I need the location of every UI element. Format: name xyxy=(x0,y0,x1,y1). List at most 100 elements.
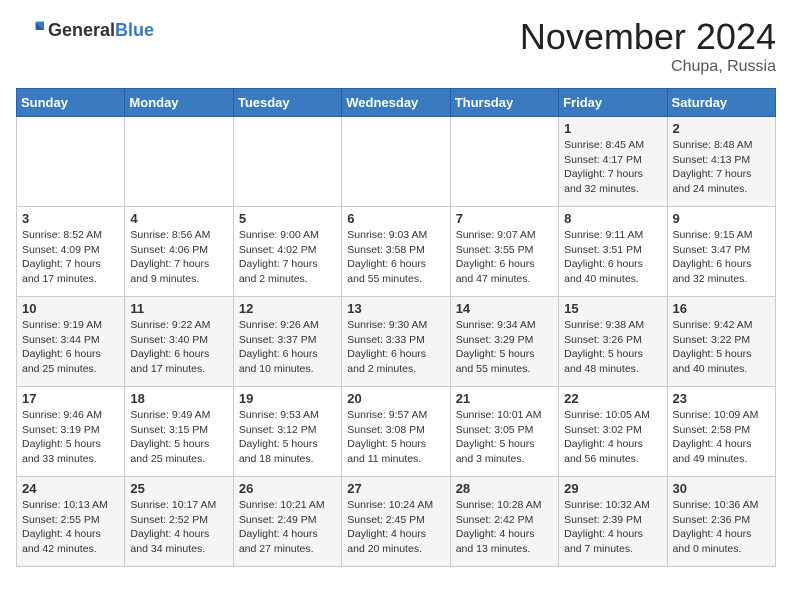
day-number: 27 xyxy=(347,481,444,496)
day-number: 3 xyxy=(22,211,119,226)
calendar-cell: 3 Sunrise: 8:52 AMSunset: 4:09 PMDaylight… xyxy=(17,207,125,297)
day-number: 29 xyxy=(564,481,661,496)
day-info: Sunrise: 9:15 AMSunset: 3:47 PMDaylight:… xyxy=(673,228,770,287)
calendar-table: SundayMondayTuesdayWednesdayThursdayFrid… xyxy=(16,88,776,567)
calendar-cell: 25 Sunrise: 10:17 AMSunset: 2:52 PMDaylig… xyxy=(125,477,233,567)
day-info: Sunrise: 10:32 AMSunset: 2:39 PMDaylight… xyxy=(564,498,661,557)
day-number: 4 xyxy=(130,211,227,226)
day-number: 15 xyxy=(564,301,661,316)
calendar-cell: 30 Sunrise: 10:36 AMSunset: 2:36 PMDaylig… xyxy=(667,477,775,567)
dow-header-sunday: Sunday xyxy=(17,89,125,117)
calendar-cell: 8Sunrise: 9:11 AMSunset: 3:51 PMDaylight… xyxy=(559,207,667,297)
day-info: Sunrise: 9:49 AMSunset: 3:15 PMDaylight:… xyxy=(130,408,227,467)
title-block: November 2024 Chupa, Russia xyxy=(520,16,776,76)
day-number: 21 xyxy=(456,391,553,406)
day-info: Sunrise: 10:01 AMSunset: 3:05 PMDaylight… xyxy=(456,408,553,467)
day-number: 26 xyxy=(239,481,336,496)
calendar-cell: 1 Sunrise: 8:45 AMSunset: 4:17 PMDaylight… xyxy=(559,117,667,207)
dow-header-wednesday: Wednesday xyxy=(342,89,450,117)
day-info: Sunrise: 9:53 AMSunset: 3:12 PMDaylight:… xyxy=(239,408,336,467)
logo-icon xyxy=(16,16,44,44)
calendar-cell: 24Sunrise: 10:13 AMSunset: 2:55 PMDaylig… xyxy=(17,477,125,567)
day-info: Sunrise: 10:17 AMSunset: 2:52 PMDaylight… xyxy=(130,498,227,557)
calendar-cell: 9 Sunrise: 9:15 AMSunset: 3:47 PMDaylight… xyxy=(667,207,775,297)
day-number: 12 xyxy=(239,301,336,316)
calendar-cell xyxy=(17,117,125,207)
day-info: Sunrise: 10:28 AMSunset: 2:42 PMDaylight… xyxy=(456,498,553,557)
calendar-cell: 27 Sunrise: 10:24 AMSunset: 2:45 PMDaylig… xyxy=(342,477,450,567)
day-info: Sunrise: 9:00 AMSunset: 4:02 PMDaylight:… xyxy=(239,228,336,287)
day-number: 13 xyxy=(347,301,444,316)
day-number: 25 xyxy=(130,481,227,496)
calendar-cell: 15Sunrise: 9:38 AMSunset: 3:26 PMDayligh… xyxy=(559,297,667,387)
day-number: 5 xyxy=(239,211,336,226)
day-of-week-row: SundayMondayTuesdayWednesdayThursdayFrid… xyxy=(17,89,776,117)
calendar-cell: 14 Sunrise: 9:34 AMSunset: 3:29 PMDayligh… xyxy=(450,297,558,387)
page-header: GeneralBlue November 2024 Chupa, Russia xyxy=(16,16,776,76)
day-info: Sunrise: 9:26 AMSunset: 3:37 PMDaylight:… xyxy=(239,318,336,377)
calendar-cell: 16Sunrise: 9:42 AMSunset: 3:22 PMDayligh… xyxy=(667,297,775,387)
day-number: 1 xyxy=(564,121,661,136)
week-row-3: 10Sunrise: 9:19 AMSunset: 3:44 PMDayligh… xyxy=(17,297,776,387)
day-info: Sunrise: 9:07 AMSunset: 3:55 PMDaylight:… xyxy=(456,228,553,287)
day-info: Sunrise: 8:56 AMSunset: 4:06 PMDaylight:… xyxy=(130,228,227,287)
day-info: Sunrise: 10:09 AMSunset: 2:58 PMDaylight… xyxy=(673,408,770,467)
day-number: 23 xyxy=(673,391,770,406)
calendar-cell: 20Sunrise: 9:57 AMSunset: 3:08 PMDayligh… xyxy=(342,387,450,477)
day-info: Sunrise: 10:24 AMSunset: 2:45 PMDaylight… xyxy=(347,498,444,557)
calendar-cell: 4 Sunrise: 8:56 AMSunset: 4:06 PMDaylight… xyxy=(125,207,233,297)
calendar-body: 1 Sunrise: 8:45 AMSunset: 4:17 PMDaylight… xyxy=(17,117,776,567)
day-number: 28 xyxy=(456,481,553,496)
calendar-cell: 5 Sunrise: 9:00 AMSunset: 4:02 PMDaylight… xyxy=(233,207,341,297)
dow-header-saturday: Saturday xyxy=(667,89,775,117)
logo-text-general: General xyxy=(48,20,115,40)
calendar-cell: 21 Sunrise: 10:01 AMSunset: 3:05 PMDaylig… xyxy=(450,387,558,477)
month-title: November 2024 xyxy=(520,16,776,58)
dow-header-thursday: Thursday xyxy=(450,89,558,117)
day-number: 19 xyxy=(239,391,336,406)
calendar-cell: 6 Sunrise: 9:03 AMSunset: 3:58 PMDaylight… xyxy=(342,207,450,297)
day-number: 24 xyxy=(22,481,119,496)
day-info: Sunrise: 9:03 AMSunset: 3:58 PMDaylight:… xyxy=(347,228,444,287)
day-number: 7 xyxy=(456,211,553,226)
day-number: 14 xyxy=(456,301,553,316)
calendar-cell xyxy=(233,117,341,207)
day-info: Sunrise: 10:36 AMSunset: 2:36 PMDaylight… xyxy=(673,498,770,557)
calendar-cell xyxy=(450,117,558,207)
week-row-5: 24Sunrise: 10:13 AMSunset: 2:55 PMDaylig… xyxy=(17,477,776,567)
day-number: 22 xyxy=(564,391,661,406)
day-info: Sunrise: 9:57 AMSunset: 3:08 PMDaylight:… xyxy=(347,408,444,467)
calendar-cell: 12 Sunrise: 9:26 AMSunset: 3:37 PMDayligh… xyxy=(233,297,341,387)
calendar-cell: 28 Sunrise: 10:28 AMSunset: 2:42 PMDaylig… xyxy=(450,477,558,567)
day-number: 30 xyxy=(673,481,770,496)
dow-header-tuesday: Tuesday xyxy=(233,89,341,117)
week-row-4: 17Sunrise: 9:46 AMSunset: 3:19 PMDayligh… xyxy=(17,387,776,477)
day-info: Sunrise: 9:34 AMSunset: 3:29 PMDaylight:… xyxy=(456,318,553,377)
calendar-cell: 7 Sunrise: 9:07 AMSunset: 3:55 PMDaylight… xyxy=(450,207,558,297)
day-number: 11 xyxy=(130,301,227,316)
calendar-cell xyxy=(342,117,450,207)
day-info: Sunrise: 9:42 AMSunset: 3:22 PMDaylight:… xyxy=(673,318,770,377)
day-number: 9 xyxy=(673,211,770,226)
day-info: Sunrise: 8:45 AMSunset: 4:17 PMDaylight:… xyxy=(564,138,661,197)
day-info: Sunrise: 9:30 AMSunset: 3:33 PMDaylight:… xyxy=(347,318,444,377)
day-info: Sunrise: 9:22 AMSunset: 3:40 PMDaylight:… xyxy=(130,318,227,377)
logo: GeneralBlue xyxy=(16,16,154,44)
calendar-cell: 26Sunrise: 10:21 AMSunset: 2:49 PMDaylig… xyxy=(233,477,341,567)
location: Chupa, Russia xyxy=(520,58,776,76)
calendar-cell: 13 Sunrise: 9:30 AMSunset: 3:33 PMDayligh… xyxy=(342,297,450,387)
calendar-cell: 29 Sunrise: 10:32 AMSunset: 2:39 PMDaylig… xyxy=(559,477,667,567)
week-row-1: 1 Sunrise: 8:45 AMSunset: 4:17 PMDaylight… xyxy=(17,117,776,207)
day-number: 8 xyxy=(564,211,661,226)
calendar-cell: 11 Sunrise: 9:22 AMSunset: 3:40 PMDayligh… xyxy=(125,297,233,387)
calendar-cell: 22 Sunrise: 10:05 AMSunset: 3:02 PMDaylig… xyxy=(559,387,667,477)
dow-header-friday: Friday xyxy=(559,89,667,117)
day-info: Sunrise: 10:05 AMSunset: 3:02 PMDaylight… xyxy=(564,408,661,467)
day-number: 18 xyxy=(130,391,227,406)
logo-text-blue: Blue xyxy=(115,20,154,40)
calendar-cell: 23 Sunrise: 10:09 AMSunset: 2:58 PMDaylig… xyxy=(667,387,775,477)
day-number: 6 xyxy=(347,211,444,226)
day-info: Sunrise: 8:52 AMSunset: 4:09 PMDaylight:… xyxy=(22,228,119,287)
calendar-cell: 10Sunrise: 9:19 AMSunset: 3:44 PMDayligh… xyxy=(17,297,125,387)
day-info: Sunrise: 8:48 AMSunset: 4:13 PMDaylight:… xyxy=(673,138,770,197)
